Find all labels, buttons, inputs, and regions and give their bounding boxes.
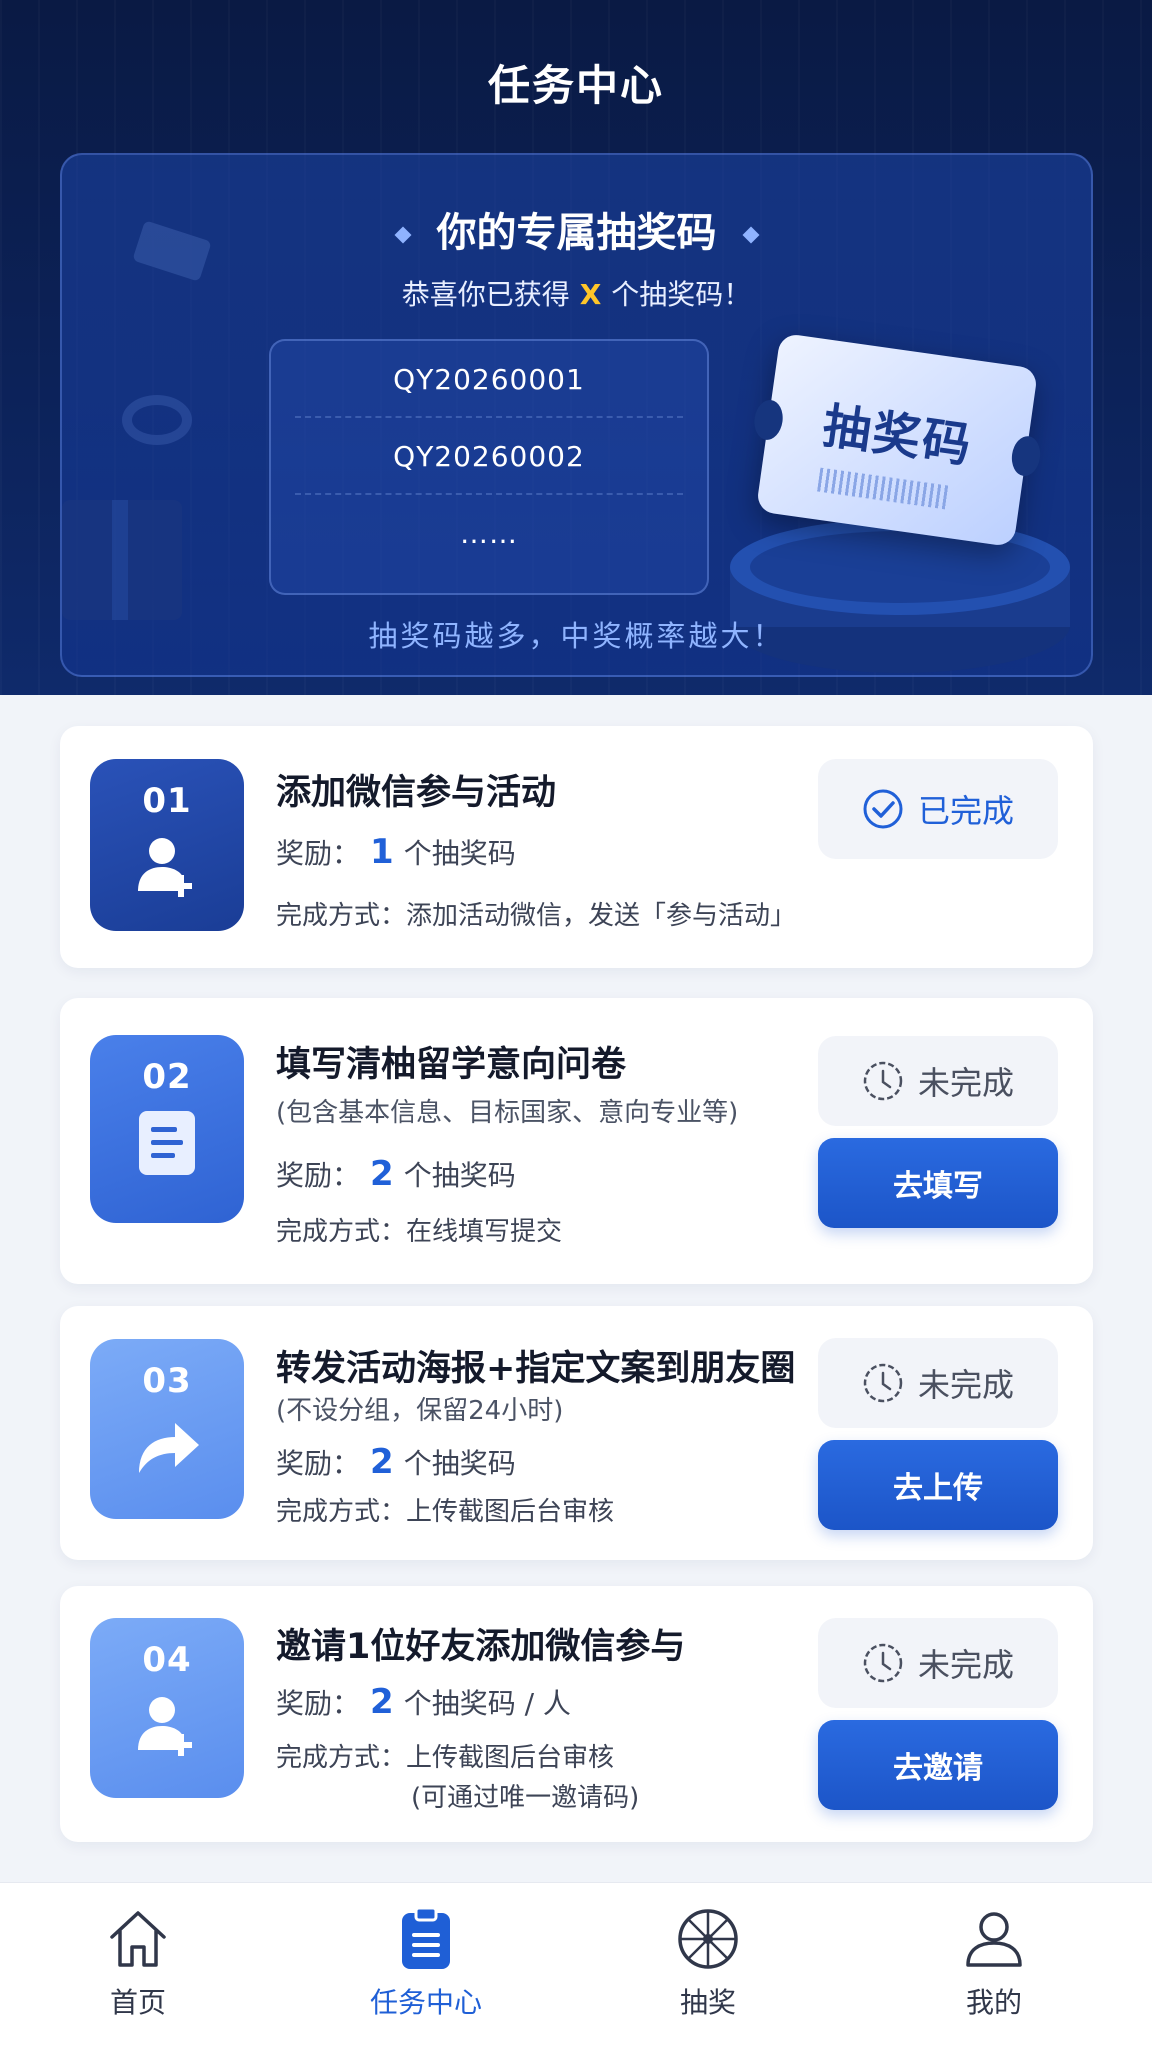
bottom-tab-bar: 首页 任务中心 抽奖 我的: [0, 1882, 1152, 2048]
hero-section: 任务中心 你的专属抽奖码 恭喜你已获得 X 个抽奖码！ QY20260001 QY2…: [0, 0, 1152, 695]
check-circle-icon: [862, 788, 904, 830]
home-icon: [110, 1911, 166, 1967]
code-item-ellipsis: ……: [460, 517, 518, 550]
reward-unit: 个抽奖码: [403, 1447, 516, 1480]
clipboard-icon: [402, 1906, 450, 1969]
task-card-01: 01 添加微信参与活动 奖励： 1 个抽奖码 完成方式：添加活动微信，发送「参与活动…: [60, 726, 1093, 968]
code-card-title-text: 你的专属抽奖码: [436, 210, 717, 256]
task-reward: 奖励： 2 个抽奖码: [276, 1154, 516, 1194]
task-title: 填写清柚留学意向问卷: [276, 1045, 627, 1085]
code-card-title: 你的专属抽奖码: [62, 200, 1091, 258]
task-note: (包含基本信息、目标国家、意向专业等): [276, 1098, 739, 1128]
reward-unit: 个抽奖码 / 人: [403, 1687, 571, 1720]
lottery-code-card: 你的专属抽奖码 恭喜你已获得 X 个抽奖码！ QY20260001 QY202600…: [60, 153, 1093, 677]
page-title: 任务中心: [487, 61, 664, 110]
tab-label: 任务中心: [369, 1986, 482, 2019]
user-icon: [966, 1912, 1022, 1967]
method-text: 完成方式：上传截图后台审核: [276, 1743, 615, 1773]
upload-button[interactable]: 去上传: [818, 1440, 1058, 1530]
reward-label: 奖励：: [276, 1687, 361, 1720]
reward-count: 2: [370, 1154, 394, 1194]
tab-label: 首页: [109, 1986, 166, 2019]
reward-count: 2: [370, 1682, 394, 1722]
task-status-pending: 未完成: [818, 1036, 1058, 1126]
status-text: 未完成: [917, 1064, 1014, 1102]
code-count: X: [579, 278, 602, 311]
status-text: 未完成: [917, 1366, 1014, 1404]
add-user-icon: [138, 838, 192, 897]
tab-task-center[interactable]: 任务中心: [336, 1903, 516, 2021]
share-icon: [139, 1423, 199, 1473]
task-method: 完成方式：添加活动微信，发送「参与活动」: [276, 901, 797, 931]
task-number: 01: [142, 781, 192, 821]
tab-home[interactable]: 首页: [48, 1903, 228, 2021]
task-card-03: 03 转发活动海报+指定文案到朋友圈 (不设分组，保留24小时) 奖励： 2 个抽奖…: [60, 1306, 1093, 1560]
task-number: 03: [142, 1361, 192, 1401]
wheel-icon: [678, 1909, 738, 1969]
reward-label: 奖励：: [276, 1447, 361, 1480]
reward-label: 奖励：: [276, 837, 361, 870]
reward-unit: 个抽奖码: [403, 837, 516, 870]
document-icon: [139, 1111, 195, 1175]
task-reward: 奖励： 2 个抽奖码 / 人: [276, 1682, 571, 1722]
task-method: 完成方式：在线填写提交: [276, 1217, 563, 1247]
subtitle-suffix: 个抽奖码！: [611, 278, 752, 311]
task-title: 添加微信参与活动: [276, 773, 557, 813]
tab-profile[interactable]: 我的: [904, 1903, 1084, 2021]
tab-lottery[interactable]: 抽奖: [618, 1903, 798, 2021]
task-status-pending: 未完成: [818, 1618, 1058, 1708]
code-card-footer: 抽奖码越多，中奖概率越大！: [368, 619, 785, 653]
tab-label: 抽奖: [679, 1986, 736, 2019]
reward-unit: 个抽奖码: [403, 1159, 516, 1192]
task-method: 完成方式：上传截图后台审核 (可通过唯一邀请码): [276, 1736, 639, 1820]
reward-count: 2: [370, 1442, 394, 1482]
clock-icon: [862, 1362, 904, 1404]
reward-count: 1: [370, 832, 394, 872]
task-method: 完成方式：上传截图后台审核: [276, 1497, 615, 1527]
diamond-icon: [394, 226, 411, 244]
barcode-icon: [817, 467, 950, 510]
task-note: (不设分组，保留24小时): [276, 1396, 564, 1426]
task-badge-03: 03: [90, 1339, 244, 1519]
task-badge-04: 04: [90, 1618, 244, 1798]
code-card-subtitle: 恭喜你已获得 X 个抽奖码！: [62, 273, 1091, 313]
task-title: 邀请1位好友添加微信参与: [276, 1627, 686, 1667]
task-card-02: 02 填写清柚留学意向问卷 (包含基本信息、目标国家、意向专业等) 奖励： 2 个抽…: [60, 998, 1093, 1284]
code-item: QY20260002: [295, 418, 683, 495]
task-reward: 奖励： 1 个抽奖码: [276, 832, 516, 872]
status-text: 未完成: [917, 1646, 1014, 1684]
clock-icon: [862, 1642, 904, 1684]
invite-button[interactable]: 去邀请: [818, 1720, 1058, 1810]
task-badge-02: 02: [90, 1035, 244, 1223]
task-title: 转发活动海报+指定文案到朋友圈: [276, 1349, 796, 1389]
lottery-ticket-illustration: 抽奖码: [755, 332, 1039, 548]
task-status-pending: 未完成: [818, 1338, 1058, 1428]
diamond-icon: [742, 226, 759, 244]
task-card-04: 04 邀请1位好友添加微信参与 奖励： 2 个抽奖码 / 人 完成方式：上传截图后台…: [60, 1586, 1093, 1842]
decor-gift-icon: [62, 500, 182, 620]
status-text: 已完成: [917, 792, 1014, 830]
task-number: 02: [142, 1057, 192, 1097]
task-badge-01: 01: [90, 759, 244, 931]
task-number: 04: [142, 1640, 192, 1680]
method-note: (可通过唯一邀请码): [411, 1783, 640, 1813]
task-reward: 奖励： 2 个抽奖码: [276, 1442, 516, 1482]
ticket-label: 抽奖码: [819, 397, 976, 475]
task-status-done: 已完成: [818, 759, 1058, 859]
fill-survey-button[interactable]: 去填写: [818, 1138, 1058, 1228]
add-user-icon: [138, 1697, 192, 1756]
reward-label: 奖励：: [276, 1159, 361, 1192]
tab-label: 我的: [965, 1986, 1022, 2019]
clock-icon: [862, 1060, 904, 1102]
decor-bow-icon: [122, 395, 192, 445]
subtitle-prefix: 恭喜你已获得: [401, 278, 570, 311]
code-item: QY20260001: [295, 341, 683, 418]
code-list: QY20260001 QY20260002 ……: [269, 339, 709, 595]
